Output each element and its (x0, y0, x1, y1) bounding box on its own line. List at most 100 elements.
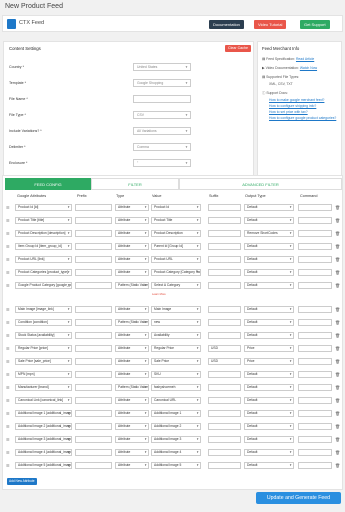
value-select[interactable]: Regular Price ▼ (151, 345, 201, 352)
command-input[interactable] (298, 371, 332, 378)
drag-handle-icon[interactable]: ☰ (6, 284, 10, 288)
drag-handle-icon[interactable]: ☰ (6, 206, 10, 210)
delete-row-icon[interactable]: 🗑 (335, 333, 340, 338)
value-select[interactable]: Product Title ▼ (151, 217, 201, 224)
suffix-input[interactable] (208, 269, 241, 276)
suffix-input[interactable] (208, 282, 241, 289)
drag-handle-icon[interactable]: ☰ (6, 308, 10, 312)
field-select[interactable]: United States ▼ (133, 63, 191, 71)
add-new-attribute-button[interactable]: Add New Attribute (7, 478, 37, 485)
prefix-input[interactable] (75, 306, 112, 313)
delete-row-icon[interactable]: 🗑 (335, 231, 340, 236)
command-input[interactable] (298, 436, 332, 443)
command-input[interactable] (298, 256, 332, 263)
prefix-input[interactable] (75, 217, 112, 224)
suffix-input[interactable] (208, 436, 241, 443)
attribute-select[interactable]: Item Group Id [item_group_id] ▼ (15, 243, 72, 250)
output-type-select[interactable]: Default ▼ (244, 449, 294, 456)
delete-row-icon[interactable]: 🗑 (335, 463, 340, 468)
attribute-select[interactable]: Additional Image 5 [additional_image_lin… (15, 462, 72, 469)
attribute-select[interactable]: Google Product Category [google_product_… (15, 282, 72, 289)
type-select[interactable]: Attribute ▼ (115, 217, 149, 224)
delete-row-icon[interactable]: 🗑 (335, 372, 340, 377)
delete-row-icon[interactable]: 🗑 (335, 257, 340, 262)
output-type-select[interactable]: Default ▼ (244, 306, 294, 313)
output-type-select[interactable]: Default ▼ (244, 204, 294, 211)
attribute-select[interactable]: Product Description [description] ▼ (15, 230, 72, 237)
suffix-input[interactable]: USD (208, 345, 241, 352)
field-select[interactable]: Comma ▼ (133, 143, 191, 151)
command-input[interactable] (298, 319, 332, 326)
prefix-input[interactable] (75, 436, 112, 443)
attribute-select[interactable]: Additional Image 3 [additional_image_lin… (15, 436, 72, 443)
output-type-select[interactable]: Default ▼ (244, 243, 294, 250)
tab-feed-config[interactable]: FEED CONFIG (5, 178, 91, 190)
attribute-select[interactable]: Stock Status [availability] ▼ (15, 332, 72, 339)
suffix-input[interactable] (208, 384, 241, 391)
drag-handle-icon[interactable]: ☰ (6, 271, 10, 275)
field-select[interactable]: CSV ▼ (133, 111, 191, 119)
prefix-input[interactable] (75, 345, 112, 352)
suffix-input[interactable] (208, 217, 241, 224)
command-input[interactable] (298, 269, 332, 276)
clear-cache-button[interactable]: Clear Cache (225, 45, 251, 52)
attribute-select[interactable]: Additional Image 2 [additional_image_lin… (15, 423, 72, 430)
command-input[interactable] (298, 204, 332, 211)
delete-row-icon[interactable]: 🗑 (335, 218, 340, 223)
prefix-input[interactable] (75, 256, 112, 263)
update-generate-feed-button[interactable]: Update and Generate Feed (256, 492, 341, 504)
output-type-select[interactable]: Remove ShortCodes ▼ (244, 230, 294, 237)
suffix-input[interactable] (208, 449, 241, 456)
delete-row-icon[interactable]: 🗑 (335, 424, 340, 429)
suffix-input[interactable] (208, 243, 241, 250)
delete-row-icon[interactable]: 🗑 (335, 205, 340, 210)
drag-handle-icon[interactable]: ☰ (6, 360, 10, 364)
output-type-select[interactable]: Default ▼ (244, 256, 294, 263)
output-type-select[interactable]: Default ▼ (244, 217, 294, 224)
prefix-input[interactable] (75, 332, 112, 339)
value-select[interactable]: Additional Image 2 ▼ (151, 423, 201, 430)
delete-row-icon[interactable]: 🗑 (335, 398, 340, 403)
prefix-input[interactable] (75, 319, 112, 326)
value-select[interactable]: Select A Category ▼ (151, 282, 201, 289)
value-select[interactable]: Canonical URL ▼ (151, 397, 201, 404)
drag-handle-icon[interactable]: ☰ (6, 386, 10, 390)
command-input[interactable] (298, 410, 332, 417)
command-input[interactable] (298, 282, 332, 289)
attribute-select[interactable]: Product Categories [product_type] ▼ (15, 269, 72, 276)
attribute-select[interactable]: Product Title [title] ▼ (15, 217, 72, 224)
type-select[interactable]: Attribute ▼ (115, 371, 149, 378)
command-input[interactable] (298, 306, 332, 313)
output-type-select[interactable]: Default ▼ (244, 410, 294, 417)
delete-row-icon[interactable]: 🗑 (335, 450, 340, 455)
suffix-input[interactable]: USD (208, 358, 241, 365)
suffix-input[interactable] (208, 462, 241, 469)
output-type-select[interactable]: Default ▼ (244, 397, 294, 404)
prefix-input[interactable] (75, 397, 112, 404)
attribute-select[interactable]: Main Image [image_link] ▼ (15, 306, 72, 313)
type-select[interactable]: Attribute ▼ (115, 243, 149, 250)
suffix-input[interactable] (208, 332, 241, 339)
output-type-select[interactable]: Default ▼ (244, 319, 294, 326)
type-select[interactable]: Pattern (Static Value) ▼ (115, 282, 149, 289)
output-type-select[interactable]: Default ▼ (244, 332, 294, 339)
drag-handle-icon[interactable]: ☰ (6, 451, 10, 455)
learn-more-link[interactable]: Learn More (152, 293, 166, 296)
value-select[interactable]: fashyshoemeh ▼ (151, 384, 201, 391)
attribute-select[interactable]: Canonical Link [canonical_link] ▼ (15, 397, 72, 404)
delete-row-icon[interactable]: 🗑 (335, 307, 340, 312)
type-select[interactable]: Attribute ▼ (115, 462, 149, 469)
support-doc-link[interactable]: How to configure shipping info? (269, 104, 316, 108)
output-type-select[interactable]: Default ▼ (244, 371, 294, 378)
drag-handle-icon[interactable]: ☰ (6, 258, 10, 262)
support-doc-link[interactable]: How to configure google product categori… (269, 116, 336, 120)
attribute-select[interactable]: Additional Image 1 [additional_image_lin… (15, 410, 72, 417)
type-select[interactable]: Attribute ▼ (115, 345, 149, 352)
read-article-link[interactable]: Read Article (296, 57, 314, 61)
type-select[interactable]: Attribute ▼ (115, 410, 149, 417)
type-select[interactable]: Attribute ▼ (115, 449, 149, 456)
prefix-input[interactable] (75, 204, 112, 211)
command-input[interactable] (298, 384, 332, 391)
field-select[interactable]: Google Shopping ▼ (133, 79, 191, 87)
delete-row-icon[interactable]: 🗑 (335, 359, 340, 364)
